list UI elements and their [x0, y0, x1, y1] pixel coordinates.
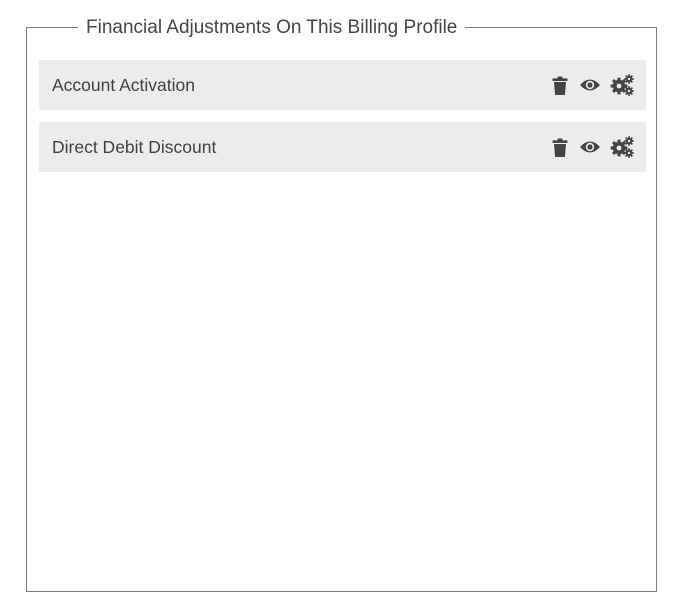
gears-icon[interactable]	[610, 74, 634, 96]
trash-icon[interactable]	[551, 137, 569, 157]
adjustment-list: Account Activation Direct Debit Discount	[39, 60, 646, 184]
gears-icon[interactable]	[610, 136, 634, 158]
adjustment-row-account-activation: Account Activation	[39, 60, 646, 110]
eye-icon[interactable]	[579, 137, 601, 157]
financial-adjustments-panel: Financial Adjustments On This Billing Pr…	[26, 14, 657, 592]
adjustment-row-direct-debit-discount: Direct Debit Discount	[39, 122, 646, 172]
trash-icon[interactable]	[551, 75, 569, 95]
adjustment-label: Direct Debit Discount	[52, 136, 217, 157]
eye-icon[interactable]	[579, 75, 601, 95]
row-actions	[551, 74, 634, 96]
panel-title: Financial Adjustments On This Billing Pr…	[78, 14, 466, 41]
adjustment-label: Account Activation	[52, 74, 195, 95]
row-actions	[551, 136, 634, 158]
